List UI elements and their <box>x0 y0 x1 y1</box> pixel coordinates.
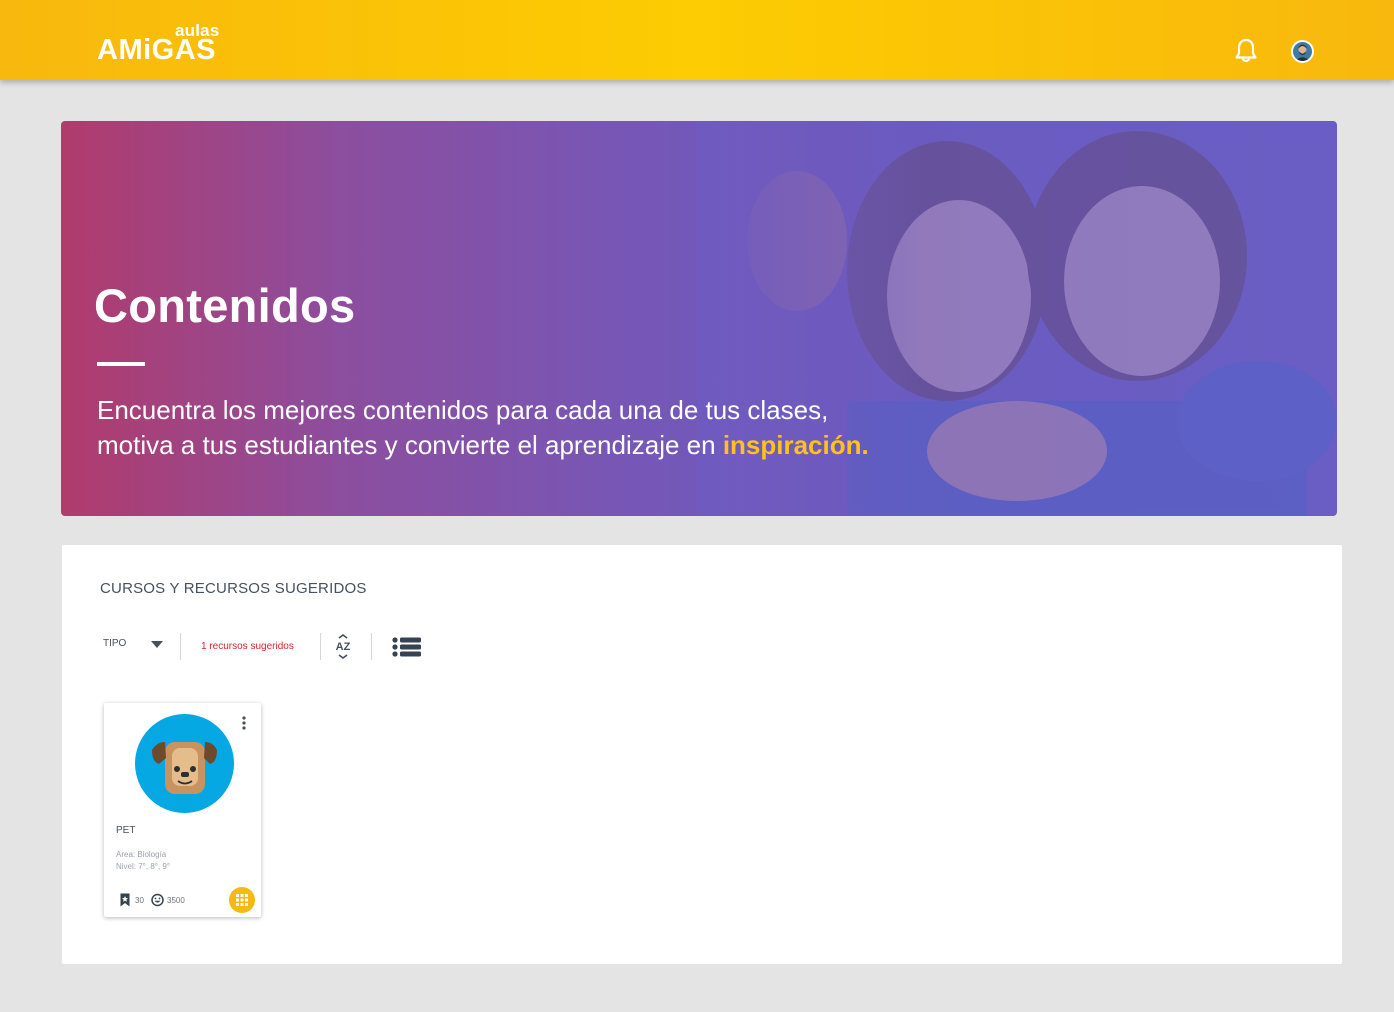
bookmark-icon <box>119 893 131 907</box>
title-divider <box>97 362 145 366</box>
more-vert-icon[interactable] <box>238 715 250 731</box>
hero-banner: Contenidos Encuentra los mejores conteni… <box>61 121 1337 516</box>
sort-az-icon[interactable]: AZ <box>332 634 354 660</box>
list-view-icon[interactable] <box>392 637 422 657</box>
bell-icon[interactable] <box>1234 38 1258 64</box>
filter-toolbar: TIPO 1 recursos sugeridos AZ <box>100 633 460 663</box>
result-count: 1 recursos sugeridos <box>201 641 294 652</box>
hero-line-1: Encuentra los mejores contenidos para ca… <box>97 395 829 425</box>
hero-highlight: inspiración. <box>722 430 869 460</box>
user-avatar[interactable] <box>1291 40 1314 63</box>
section-title: CURSOS Y RECURSOS SUGERIDOS <box>100 580 367 597</box>
resource-card[interactable]: PET Area: Biología Nivel: 7°, 8°, 9° 30 … <box>104 703 261 917</box>
logo-big-text: AMiGAS <box>97 34 216 66</box>
logo[interactable]: aulas AMiGAS <box>97 21 227 67</box>
hero-line-2-text: motiva a tus estudiantes y convierte el … <box>97 430 723 460</box>
svg-text:AZ: AZ <box>336 641 351 653</box>
toolbar-divider <box>320 633 321 660</box>
smiley-icon <box>151 893 164 907</box>
page-title: Contenidos <box>94 279 356 332</box>
toolbar-divider <box>180 633 181 660</box>
dog-face-icon <box>135 714 234 813</box>
hero-line-2: motiva a tus estudiantes y convierte el … <box>97 428 997 463</box>
card-level: Nivel: 7°, 8°, 9° <box>116 862 171 871</box>
suggestions-panel: CURSOS Y RECURSOS SUGERIDOS TIPO 1 recur… <box>62 545 1342 964</box>
toolbar-divider <box>371 633 372 660</box>
hero-description: Encuentra los mejores contenidos para ca… <box>97 393 997 463</box>
type-dropdown-label: TIPO <box>103 638 127 649</box>
top-bar: aulas AMiGAS <box>0 0 1394 80</box>
grid-apps-icon[interactable] <box>229 887 255 913</box>
likes-count: 3500 <box>167 896 185 905</box>
card-area: Area: Biología <box>116 850 167 859</box>
caret-down-icon <box>151 641 163 648</box>
card-title: PET <box>116 825 136 836</box>
bookmark-count: 30 <box>135 896 144 905</box>
